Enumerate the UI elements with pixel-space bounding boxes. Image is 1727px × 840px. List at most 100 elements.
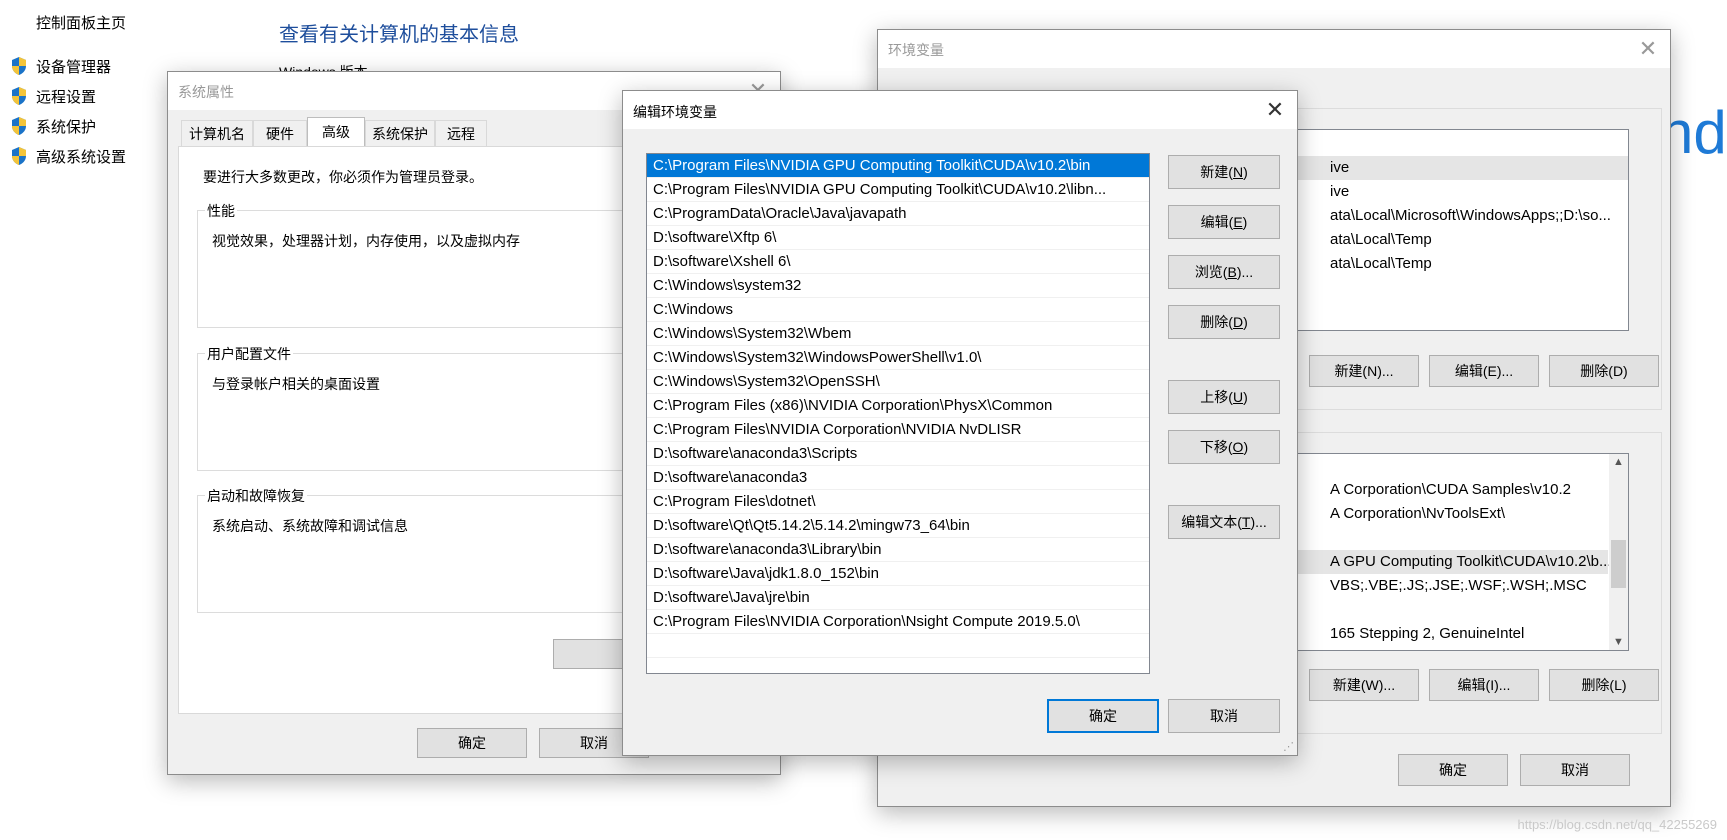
tab-hardware[interactable]: 硬件	[253, 120, 307, 146]
ok-button[interactable]: 确定	[1398, 754, 1508, 786]
path-list-item[interactable]: D:\software\anaconda3\Scripts	[647, 442, 1149, 466]
path-list-item[interactable]: C:\Program Files\NVIDIA GPU Computing To…	[647, 154, 1149, 178]
performance-label: 性能	[205, 201, 237, 221]
path-list-item[interactable]: D:\software\Java\jdk1.8.0_152\bin	[647, 562, 1149, 586]
control-panel-home-link[interactable]: 控制面板主页	[36, 12, 126, 33]
new-button-key: N	[1232, 164, 1244, 180]
browse-button-key: B	[1227, 264, 1237, 280]
user-profiles-description: 与登录帐户相关的桌面设置	[212, 376, 380, 392]
move-down-button[interactable]: 下移(O)	[1168, 430, 1280, 464]
path-list-item[interactable]: C:\Program Files (x86)\NVIDIA Corporatio…	[647, 394, 1149, 418]
ok-button[interactable]: 确定	[417, 728, 527, 758]
path-list-item[interactable]: C:\Windows\System32\Wbem	[647, 322, 1149, 346]
advanced-settings-label: 高级系统设置	[36, 148, 127, 166]
edit-text-button-end: )...	[1250, 514, 1267, 530]
user-var-value[interactable]: ata\Local\Temp	[1330, 228, 1432, 252]
new-button[interactable]: 新建(N)	[1168, 155, 1280, 189]
user-new-button[interactable]: 新建(N)...	[1309, 355, 1419, 387]
browse-button-label: 浏览(	[1194, 264, 1228, 280]
system-protection-link[interactable]: 系统保护	[10, 114, 96, 138]
tab-remote[interactable]: 远程	[435, 120, 487, 146]
scroll-down-icon[interactable]: ▼	[1613, 636, 1624, 648]
system-new-button[interactable]: 新建(W)...	[1309, 669, 1419, 701]
edit-button-end: )	[1242, 214, 1248, 230]
window-title: 系统属性	[178, 84, 234, 100]
admin-note: 要进行大多数更改，你必须作为管理员登录。	[203, 169, 483, 185]
scrollbar-thumb[interactable]	[1611, 540, 1626, 588]
move-down-button-end: )	[1243, 439, 1249, 455]
user-var-value[interactable]: ata\Local\Temp	[1330, 252, 1432, 276]
watermark: https://blog.csdn.net/qq_42255269	[1517, 817, 1718, 832]
edit-text-button[interactable]: 编辑文本(T)...	[1168, 505, 1280, 539]
path-list-item[interactable]: C:\Windows	[647, 298, 1149, 322]
tab-advanced[interactable]: 高级	[307, 117, 365, 146]
title-bar[interactable]: 编辑环境变量 ✕	[623, 91, 1297, 129]
cancel-button[interactable]: 取消	[1520, 754, 1630, 786]
path-list-item[interactable]: D:\software\Qt\Qt5.14.2\5.14.2\mingw73_6…	[647, 514, 1149, 538]
system-protection-label: 系统保护	[36, 118, 97, 136]
cancel-button[interactable]: 取消	[1168, 699, 1280, 733]
system-var-value[interactable]: VBS;.VBE;.JS;.JSE;.WSF;.WSH;.MSC	[1330, 574, 1587, 598]
system-var-value[interactable]: A Corporation\CUDA Samples\v10.2	[1330, 478, 1571, 502]
move-up-button-key: U	[1232, 389, 1244, 405]
new-button-end: )	[1243, 164, 1248, 180]
move-up-button-end: )	[1243, 389, 1248, 405]
system-edit-button[interactable]: 编辑(I)...	[1429, 669, 1539, 701]
edit-button[interactable]: 编辑(E)	[1168, 205, 1280, 239]
performance-description: 视觉效果，处理器计划，内存使用，以及虚拟内存	[212, 233, 520, 249]
close-icon[interactable]: ✕	[1261, 97, 1289, 123]
user-var-value[interactable]: ata\Local\Microsoft\WindowsApps;;D:\so..…	[1330, 204, 1611, 228]
path-list-item[interactable]: D:\software\Xftp 6\	[647, 226, 1149, 250]
path-list-item[interactable]: D:\software\Java\jre\bin	[647, 586, 1149, 610]
edit-environment-variable-dialog: 编辑环境变量 ✕ C:\Program Files\NVIDIA GPU Com…	[622, 90, 1298, 756]
user-var-value[interactable]: ive	[1330, 180, 1349, 204]
path-list[interactable]: C:\Program Files\NVIDIA GPU Computing To…	[646, 153, 1150, 674]
title-bar[interactable]: 环境变量 ✕	[878, 30, 1670, 68]
edit-text-button-label: 编辑文本(	[1181, 514, 1242, 530]
delete-button[interactable]: 删除(D)	[1168, 305, 1280, 339]
shield-icon	[12, 147, 26, 165]
move-up-button[interactable]: 上移(U)	[1168, 380, 1280, 414]
startup-recovery-label: 启动和故障恢复	[205, 486, 307, 506]
delete-button-label: 删除(	[1200, 314, 1233, 330]
new-button-label: 新建(	[1200, 164, 1233, 180]
tab-system-protection[interactable]: 系统保护	[365, 120, 435, 146]
path-list-item[interactable]	[647, 634, 1149, 658]
path-list-item[interactable]: C:\Windows\system32	[647, 274, 1149, 298]
move-down-button-label: 下移(	[1199, 439, 1233, 455]
system-var-value[interactable]: 165 Stepping 2, GenuineIntel	[1330, 622, 1524, 646]
shield-icon	[12, 87, 26, 105]
path-list-item[interactable]: D:\software\Xshell 6\	[647, 250, 1149, 274]
tab-computer-name[interactable]: 计算机名	[181, 120, 253, 146]
system-delete-button[interactable]: 删除(L)	[1549, 669, 1659, 701]
move-down-button-key: O	[1232, 439, 1244, 455]
user-edit-button[interactable]: 编辑(E)...	[1429, 355, 1539, 387]
advanced-settings-link[interactable]: 高级系统设置	[10, 144, 126, 168]
user-var-value[interactable]: ive	[1330, 156, 1349, 180]
delete-button-end: )	[1243, 314, 1248, 330]
path-list-item[interactable]: C:\Windows\System32\WindowsPowerShell\v1…	[647, 346, 1149, 370]
path-list-item[interactable]: C:\Program Files\NVIDIA Corporation\Nsig…	[647, 610, 1149, 634]
remote-settings-link[interactable]: 远程设置	[10, 84, 96, 108]
shield-icon	[12, 57, 26, 75]
device-manager-link[interactable]: 设备管理器	[10, 54, 111, 78]
path-list-item[interactable]: C:\ProgramData\Oracle\Java\javapath	[647, 202, 1149, 226]
browse-button[interactable]: 浏览(B)...	[1168, 255, 1280, 289]
close-icon[interactable]: ✕	[1634, 36, 1662, 62]
vertical-scrollbar[interactable]: ▲ ▼	[1609, 454, 1628, 650]
path-list-item[interactable]: C:\Program Files\dotnet\	[647, 490, 1149, 514]
path-list-item[interactable]: D:\software\anaconda3	[647, 466, 1149, 490]
path-list-item[interactable]: C:\Windows\System32\OpenSSH\	[647, 370, 1149, 394]
scroll-up-icon[interactable]: ▲	[1613, 456, 1624, 468]
path-list-item[interactable]: C:\Program Files\NVIDIA Corporation\NVID…	[647, 418, 1149, 442]
path-list-item[interactable]: C:\Program Files\NVIDIA GPU Computing To…	[647, 178, 1149, 202]
system-var-value[interactable]: A GPU Computing Toolkit\CUDA\v10.2\b...	[1330, 550, 1612, 574]
path-list-item[interactable]: D:\software\anaconda3\Library\bin	[647, 538, 1149, 562]
user-delete-button[interactable]: 删除(D)	[1549, 355, 1659, 387]
edit-button-key: E	[1233, 214, 1243, 230]
resize-grip-icon[interactable]: ⋰	[1283, 740, 1294, 753]
shield-icon	[12, 117, 26, 135]
user-profiles-label: 用户配置文件	[205, 344, 293, 364]
ok-button[interactable]: 确定	[1047, 699, 1159, 733]
system-var-value[interactable]: A Corporation\NvToolsExt\	[1330, 502, 1505, 526]
